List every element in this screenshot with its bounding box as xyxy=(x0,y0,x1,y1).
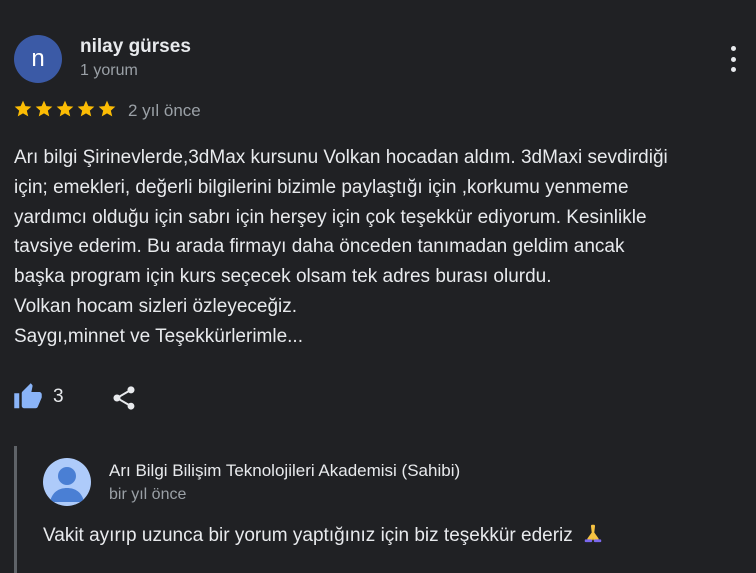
like-button[interactable]: 3 xyxy=(13,381,64,413)
owner-reply-text: Vakit ayırıp uzunca bir yorum yaptığınız… xyxy=(43,522,604,547)
owner-reply-message: Vakit ayırıp uzunca bir yorum yaptığınız… xyxy=(43,525,573,546)
review-date: 2 yıl önce xyxy=(128,101,201,120)
share-icon xyxy=(113,386,135,410)
review-text-line: Arı bilgi Şirinevlerde,3dMax kursunu Vol… xyxy=(14,147,668,168)
reviewer-initial: n xyxy=(31,45,45,72)
reviewer-avatar[interactable]: n xyxy=(14,35,62,83)
share-button[interactable] xyxy=(110,384,138,412)
person-icon xyxy=(50,467,84,502)
owner-avatar[interactable] xyxy=(43,458,91,506)
review-text-line: için; emekleri, değerli bilgilerini bizi… xyxy=(14,176,629,198)
owner-reply: Arı Bilgi Bilişim Teknolojileri Akademis… xyxy=(14,446,747,573)
review-text-line: Saygı,minnet ve Teşekkürlerimle... xyxy=(14,325,303,347)
review-text-line: Volkan hocam sizleri özleyeceğiz. xyxy=(14,295,298,317)
review-card: n nilay gürses 1 yorum 2 yıl önce Arı bi… xyxy=(0,0,756,573)
thumbs-up-icon xyxy=(14,383,42,409)
praying-hands-icon xyxy=(584,524,602,543)
star-icon xyxy=(14,100,32,117)
owner-reply-date: bir yıl önce xyxy=(109,486,187,503)
star-icon xyxy=(98,100,116,117)
review-text-line: yardımcı olduğu için sabrı için herşey i… xyxy=(14,206,647,228)
review-text-line: tavsiye ederim. Bu arada firmayı daha ön… xyxy=(14,236,625,258)
review-text-line: başka program için kurs seçecek olsam te… xyxy=(14,266,552,288)
owner-name: Arı Bilgi Bilişim Teknolojileri Akademis… xyxy=(109,461,461,480)
more-options-icon[interactable] xyxy=(722,44,744,74)
star-icon xyxy=(77,100,95,117)
star-icon xyxy=(35,100,53,117)
reviewer-review-count: 1 yorum xyxy=(80,62,138,79)
star-icon xyxy=(56,100,74,117)
reviewer-name[interactable]: nilay gürses xyxy=(80,36,191,58)
star-rating xyxy=(13,99,117,121)
like-count: 3 xyxy=(53,386,64,407)
review-text: Arı bilgi Şirinevlerde,3dMax kursunu Vol… xyxy=(14,143,744,352)
